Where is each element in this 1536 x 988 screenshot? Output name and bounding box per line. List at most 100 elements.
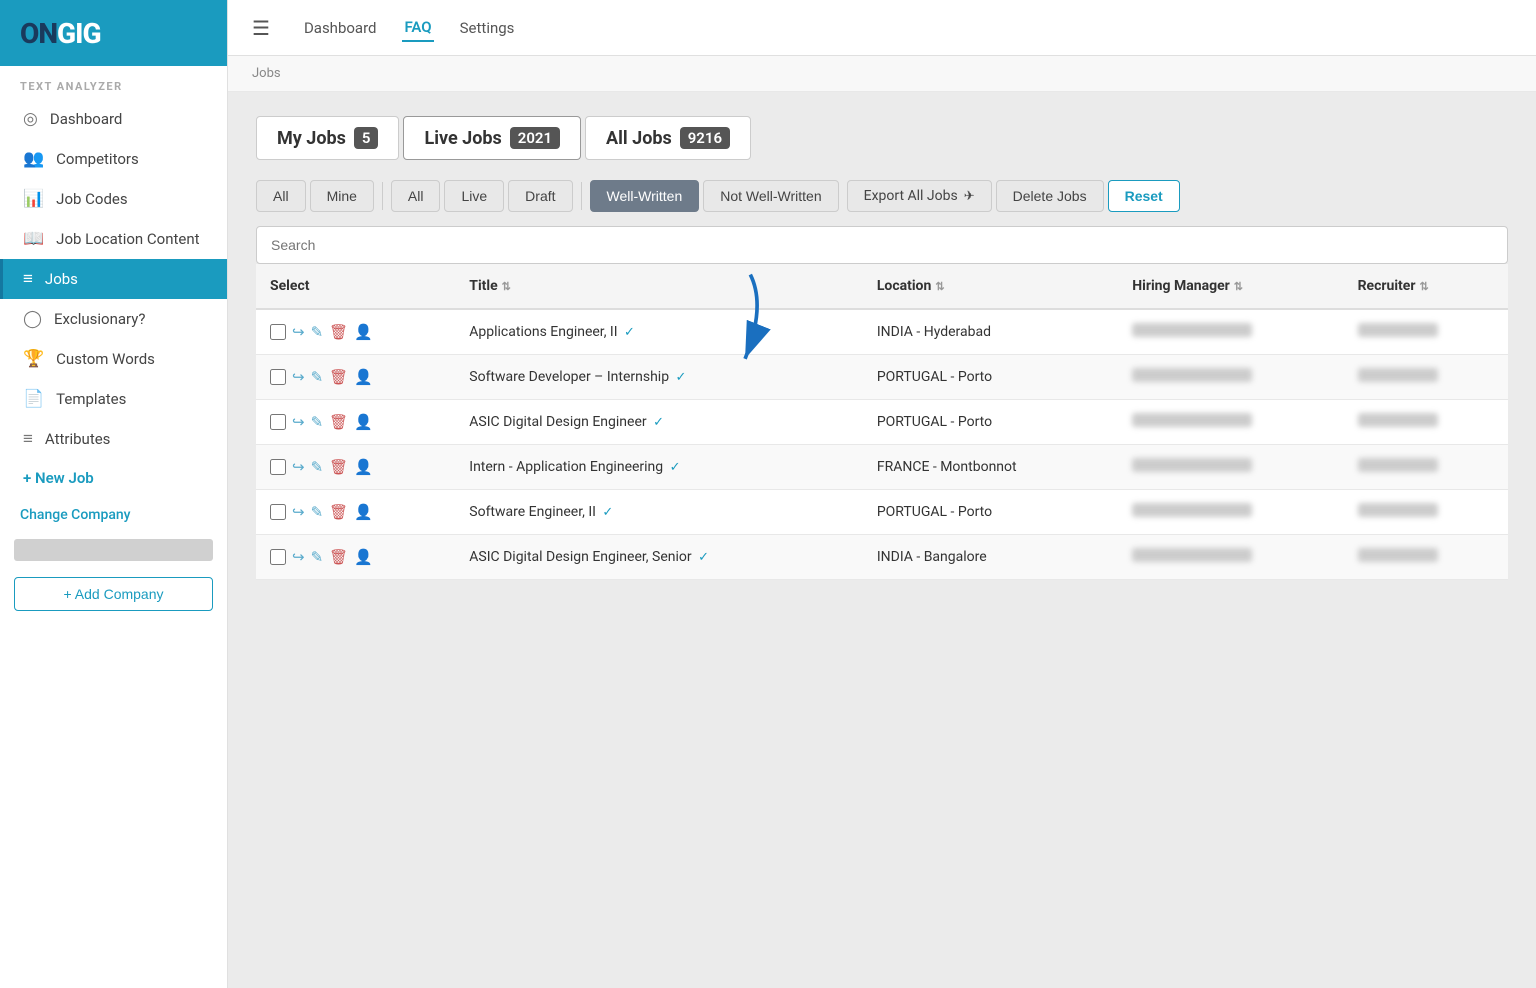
row-3-check-icon: ✓ bbox=[653, 415, 664, 430]
row-3-hiring-manager-blurred bbox=[1132, 413, 1252, 427]
table-header-row: Select Title ⇅ Location ⇅ Hiring Manager… bbox=[256, 264, 1508, 309]
row-1-title: Applications Engineer, II ✓ bbox=[455, 309, 863, 355]
main-content: ☰ Dashboard FAQ Settings Jobs My Jobs 5 … bbox=[228, 0, 1536, 988]
row-6-hiring-manager bbox=[1118, 535, 1343, 580]
filter-live[interactable]: Live bbox=[444, 180, 504, 212]
tab-live-jobs[interactable]: Live Jobs 2021 bbox=[403, 116, 581, 160]
row-5-delete-icon[interactable]: 🗑 bbox=[329, 503, 348, 521]
content-area: My Jobs 5 Live Jobs 2021 All Jobs 9216 A… bbox=[228, 92, 1536, 988]
change-company-link[interactable]: Change Company bbox=[0, 497, 227, 533]
filter-not-well-written[interactable]: Not Well-Written bbox=[703, 180, 838, 212]
sidebar-section-label: TEXT ANALYZER bbox=[0, 66, 227, 99]
row-5-location: PORTUGAL - Porto bbox=[863, 490, 1118, 535]
row-4-edit-icon[interactable]: ✎ bbox=[311, 458, 324, 476]
row-5-user-icon[interactable]: 👤 bbox=[354, 503, 373, 521]
sidebar-item-dashboard[interactable]: ◎ Dashboard bbox=[0, 99, 227, 139]
row-2-share-icon[interactable]: ↪ bbox=[292, 368, 305, 386]
sidebar-item-exclusionary[interactable]: ◯ Exclusionary? bbox=[0, 299, 227, 339]
sidebar-item-job-location-content[interactable]: 📖 Job Location Content bbox=[0, 219, 227, 259]
export-all-jobs-button[interactable]: Export All Jobs ✈ bbox=[847, 180, 992, 212]
recruiter-sort-icon: ⇅ bbox=[1419, 280, 1428, 293]
reset-button[interactable]: Reset bbox=[1108, 180, 1180, 212]
filter-all-2[interactable]: All bbox=[391, 180, 441, 212]
row-6-delete-icon[interactable]: 🗑 bbox=[329, 548, 348, 566]
row-2-user-icon[interactable]: 👤 bbox=[354, 368, 373, 386]
row-1-recruiter bbox=[1344, 309, 1508, 355]
filter-draft[interactable]: Draft bbox=[508, 180, 572, 212]
row-1-share-icon[interactable]: ↪ bbox=[292, 323, 305, 341]
sidebar-item-label: Exclusionary? bbox=[54, 310, 145, 328]
tab-live-jobs-badge: 2021 bbox=[510, 127, 560, 149]
row-1-delete-icon[interactable]: 🗑 bbox=[329, 323, 348, 341]
sidebar-item-label: Templates bbox=[56, 390, 126, 408]
row-1-edit-icon[interactable]: ✎ bbox=[311, 323, 324, 341]
row-5-actions: ↪ ✎ 🗑 👤 bbox=[270, 503, 441, 521]
row-4-checkbox[interactable] bbox=[270, 459, 286, 475]
sidebar-item-competitors[interactable]: 👥 Competitors bbox=[0, 139, 227, 179]
row-6-share-icon[interactable]: ↪ bbox=[292, 548, 305, 566]
export-label: Export All Jobs bbox=[864, 188, 958, 204]
row-1-checkbox[interactable] bbox=[270, 324, 286, 340]
row-4-location: FRANCE - Montbonnot bbox=[863, 445, 1118, 490]
filter-mine[interactable]: Mine bbox=[310, 180, 374, 212]
row-6-check-icon: ✓ bbox=[698, 550, 709, 565]
row-6-user-icon[interactable]: 👤 bbox=[354, 548, 373, 566]
row-3-user-icon[interactable]: 👤 bbox=[354, 413, 373, 431]
row-3-checkbox[interactable] bbox=[270, 414, 286, 430]
row-4-actions: ↪ ✎ 🗑 👤 bbox=[270, 458, 441, 476]
row-1-select: ↪ ✎ 🗑 👤 bbox=[256, 309, 455, 355]
tab-all-jobs[interactable]: All Jobs 9216 bbox=[585, 116, 751, 160]
job-codes-icon: 📊 bbox=[23, 189, 44, 209]
row-6-edit-icon[interactable]: ✎ bbox=[311, 548, 324, 566]
row-4-recruiter bbox=[1344, 445, 1508, 490]
row-6-checkbox[interactable] bbox=[270, 549, 286, 565]
sidebar-item-custom-words[interactable]: 🏆 Custom Words bbox=[0, 339, 227, 379]
row-5-edit-icon[interactable]: ✎ bbox=[311, 503, 324, 521]
nav-faq[interactable]: FAQ bbox=[402, 14, 433, 42]
row-2-delete-icon[interactable]: 🗑 bbox=[329, 368, 348, 386]
company-bar bbox=[14, 539, 213, 561]
table-row: ↪ ✎ 🗑 👤 ASIC Digital Design Engineer ✓ P… bbox=[256, 400, 1508, 445]
row-1-actions: ↪ ✎ 🗑 👤 bbox=[270, 323, 441, 341]
row-3-delete-icon[interactable]: 🗑 bbox=[329, 413, 348, 431]
jobs-table-wrapper: Select Title ⇅ Location ⇅ Hiring Manager… bbox=[256, 264, 1508, 580]
sidebar-item-label: Custom Words bbox=[56, 350, 155, 368]
sidebar-item-attributes[interactable]: ≡ Attributes bbox=[0, 419, 227, 459]
tab-my-jobs[interactable]: My Jobs 5 bbox=[256, 116, 399, 160]
filter-all-1[interactable]: All bbox=[256, 180, 306, 212]
table-row: ↪ ✎ 🗑 👤 Software Engineer, II ✓ PORTUGAL… bbox=[256, 490, 1508, 535]
row-2-checkbox[interactable] bbox=[270, 369, 286, 385]
sidebar-item-templates[interactable]: 📄 Templates bbox=[0, 379, 227, 419]
table-row: ↪ ✎ 🗑 👤 Software Developer – Internship … bbox=[256, 355, 1508, 400]
add-company-button[interactable]: + Add Company bbox=[14, 577, 213, 611]
row-4-user-icon[interactable]: 👤 bbox=[354, 458, 373, 476]
th-hiring-manager-label: Hiring Manager ⇅ bbox=[1132, 278, 1243, 294]
row-3-edit-icon[interactable]: ✎ bbox=[311, 413, 324, 431]
row-4-select: ↪ ✎ 🗑 👤 bbox=[256, 445, 455, 490]
competitors-icon: 👥 bbox=[23, 149, 44, 169]
export-icon: ✈ bbox=[964, 189, 975, 204]
row-2-hiring-manager-blurred bbox=[1132, 368, 1252, 382]
filter-divider-1 bbox=[382, 182, 383, 210]
top-nav: ☰ Dashboard FAQ Settings bbox=[228, 0, 1536, 56]
row-5-checkbox[interactable] bbox=[270, 504, 286, 520]
search-input[interactable] bbox=[256, 226, 1508, 264]
sidebar-item-job-codes[interactable]: 📊 Job Codes bbox=[0, 179, 227, 219]
sidebar-item-label: Job Codes bbox=[56, 190, 127, 208]
row-3-hiring-manager bbox=[1118, 400, 1343, 445]
row-1-user-icon[interactable]: 👤 bbox=[354, 323, 373, 341]
row-2-edit-icon[interactable]: ✎ bbox=[311, 368, 324, 386]
nav-settings[interactable]: Settings bbox=[458, 15, 517, 41]
hamburger-icon[interactable]: ☰ bbox=[252, 16, 270, 40]
row-2-hiring-manager bbox=[1118, 355, 1343, 400]
hiring-manager-sort-icon: ⇅ bbox=[1234, 280, 1243, 293]
row-4-share-icon[interactable]: ↪ bbox=[292, 458, 305, 476]
sidebar-item-jobs[interactable]: ≡ Jobs bbox=[0, 259, 227, 299]
row-4-delete-icon[interactable]: 🗑 bbox=[329, 458, 348, 476]
filter-well-written[interactable]: Well-Written bbox=[590, 180, 700, 212]
row-5-share-icon[interactable]: ↪ bbox=[292, 503, 305, 521]
nav-dashboard[interactable]: Dashboard bbox=[302, 15, 379, 41]
delete-jobs-button[interactable]: Delete Jobs bbox=[996, 180, 1104, 212]
row-3-share-icon[interactable]: ↪ bbox=[292, 413, 305, 431]
new-job-button[interactable]: + New Job bbox=[0, 459, 227, 497]
